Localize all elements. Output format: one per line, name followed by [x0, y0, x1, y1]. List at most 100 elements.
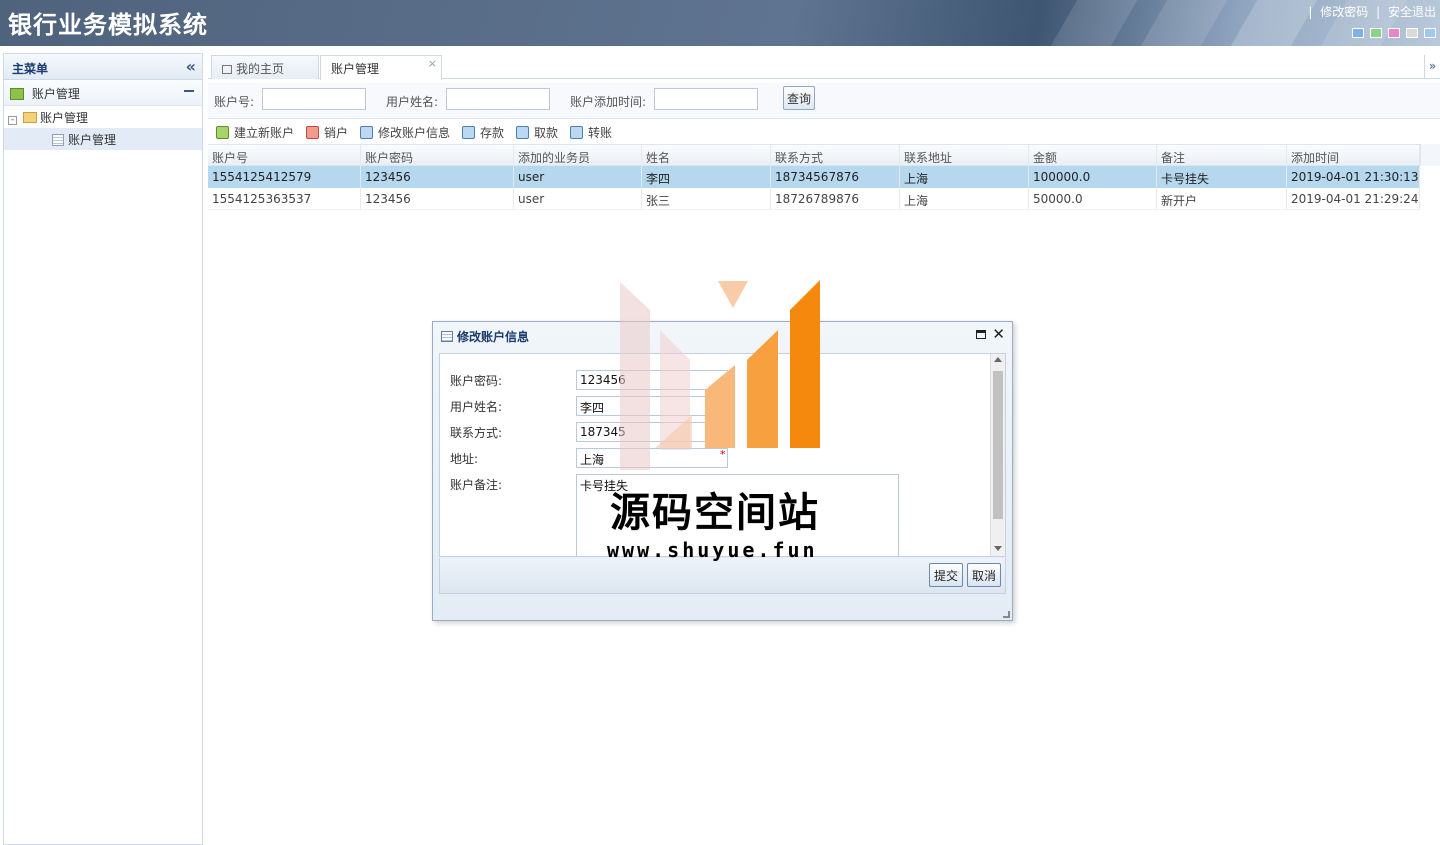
- table-row[interactable]: 1554125412579 123456 user 李四 18734567876…: [208, 166, 1420, 188]
- column-header[interactable]: 添加时间: [1287, 145, 1420, 165]
- column-header[interactable]: 账户密码: [361, 145, 514, 165]
- create-account-button[interactable]: 建立新账户: [216, 124, 294, 141]
- table-cell: 1554125412579: [208, 166, 361, 188]
- add-time-label: 账户添加时间:: [570, 95, 647, 109]
- toolbar-label: 建立新账户: [234, 126, 295, 140]
- top-link-separator: |: [1376, 5, 1381, 19]
- account-number-input[interactable]: [262, 88, 366, 110]
- theme-swatch-pink[interactable]: [1388, 28, 1400, 38]
- table-cell: 李四: [642, 166, 771, 188]
- add-icon: [216, 126, 229, 139]
- tree-toggle-icon[interactable]: -: [8, 116, 17, 125]
- table-row[interactable]: 1554125363537 123456 user 张三 18726789876…: [208, 188, 1420, 210]
- account-table: 账户号 账户密码 添加的业务员 姓名 联系方式 联系地址 金额 备注 添加时间 …: [208, 144, 1420, 210]
- close-account-button[interactable]: 销户: [306, 124, 348, 141]
- table-header: 账户号 账户密码 添加的业务员 姓名 联系方式 联系地址 金额 备注 添加时间: [208, 144, 1420, 166]
- tab-label: 我的主页: [236, 62, 285, 76]
- logout-link[interactable]: 安全退出: [1388, 5, 1436, 19]
- dialog-footer: 提交 取消: [439, 558, 1006, 594]
- toolbar-label: 修改账户信息: [378, 126, 451, 140]
- deposit-button[interactable]: 存款: [462, 124, 504, 141]
- withdraw-button[interactable]: 取款: [516, 124, 558, 141]
- window-icon: [441, 331, 453, 342]
- list-icon: [52, 134, 64, 146]
- tree-leaf-label: 账户管理: [68, 133, 117, 147]
- edit-icon: [360, 126, 373, 139]
- table-cell: 上海: [900, 166, 1029, 188]
- edit-icon: [516, 126, 529, 139]
- dialog-scrollbar[interactable]: [990, 354, 1005, 556]
- tab-label: 账户管理: [331, 62, 380, 76]
- required-mark: *: [720, 448, 726, 461]
- theme-swatch-blue[interactable]: [1352, 28, 1364, 38]
- theme-swatch-gray[interactable]: [1406, 28, 1418, 38]
- note-label: 账户备注:: [450, 478, 503, 492]
- table-cell: user: [514, 188, 642, 209]
- phone-field[interactable]: 187345: [576, 422, 728, 442]
- address-field[interactable]: 上海: [576, 448, 728, 468]
- dialog-titlebar[interactable]: 修改账户信息 ✕: [433, 322, 1012, 349]
- column-header[interactable]: 添加的业务员: [514, 145, 642, 165]
- tab-account-management[interactable]: 账户管理 ×: [320, 55, 442, 80]
- edit-icon: [570, 126, 583, 139]
- theme-swatch-lightblue[interactable]: [1424, 28, 1436, 38]
- table-cell: user: [514, 166, 642, 188]
- sidebar-group-label: 账户管理: [31, 87, 80, 101]
- maximize-icon[interactable]: [976, 330, 986, 339]
- table-cell: 张三: [642, 188, 771, 209]
- name-label: 用户姓名:: [450, 400, 503, 414]
- column-header[interactable]: 联系地址: [900, 145, 1029, 165]
- table-cell: 18726789876: [771, 188, 900, 209]
- sidebar-header: 主菜单 «: [4, 54, 202, 80]
- toolbar-label: 取款: [534, 126, 559, 140]
- search-bar: 账户号: 用户姓名: 账户添加时间: 查询: [208, 83, 1440, 119]
- tree-leaf-account-management[interactable]: 账户管理: [4, 128, 202, 150]
- query-button[interactable]: 查询: [783, 86, 815, 110]
- table-cell: 卡号挂失: [1157, 166, 1287, 188]
- user-name-input[interactable]: [446, 88, 550, 110]
- scroll-up-icon[interactable]: [994, 357, 1002, 362]
- transfer-button[interactable]: 转账: [570, 124, 612, 141]
- change-password-link[interactable]: 修改密码: [1320, 5, 1368, 19]
- theme-swatch-green[interactable]: [1370, 28, 1382, 38]
- table-cell: 50000.0: [1029, 188, 1157, 209]
- column-header[interactable]: 姓名: [642, 145, 771, 165]
- resize-handle[interactable]: [1003, 611, 1010, 618]
- submit-button[interactable]: 提交: [929, 563, 964, 587]
- toolbar: 建立新账户 销户 修改账户信息 存款 取款 转账: [208, 120, 1440, 144]
- collapse-icon[interactable]: «: [186, 57, 196, 76]
- toolbar-label: 销户: [324, 126, 349, 140]
- scroll-down-icon[interactable]: [994, 546, 1002, 551]
- sidebar-group-account[interactable]: 账户管理: [4, 80, 202, 106]
- close-icon[interactable]: ✕: [992, 325, 1005, 343]
- tree-folder[interactable]: - 账户管理: [4, 106, 202, 128]
- delete-icon: [306, 126, 319, 139]
- password-field[interactable]: 123456: [576, 370, 728, 390]
- minus-icon[interactable]: [184, 90, 194, 92]
- scroll-thumb[interactable]: [993, 371, 1003, 519]
- table-cell: 2019-04-01 21:29:24: [1287, 188, 1420, 209]
- watermark-text: 源码空间站: [610, 490, 820, 536]
- edit-icon: [462, 126, 475, 139]
- toolbar-label: 转账: [588, 126, 613, 140]
- address-label: 地址:: [450, 452, 479, 466]
- folder-icon: [23, 112, 37, 123]
- app-header: 银行业务模拟系统 | 修改密码 | 安全退出: [0, 0, 1440, 46]
- add-time-input[interactable]: [654, 88, 758, 110]
- column-header[interactable]: 金额: [1029, 145, 1157, 165]
- table-cell: 上海: [900, 188, 1029, 209]
- cancel-button[interactable]: 取消: [967, 563, 1002, 587]
- sidebar: 主菜单 « 账户管理 - 账户管理 账户管理: [3, 53, 203, 845]
- table-cell: 1554125363537: [208, 188, 361, 209]
- tree-folder-label: 账户管理: [40, 111, 89, 125]
- name-field[interactable]: 李四: [576, 396, 728, 416]
- column-header[interactable]: 备注: [1157, 145, 1287, 165]
- close-icon[interactable]: ×: [428, 57, 437, 70]
- tab-home[interactable]: 我的主页: [211, 55, 319, 79]
- table-cell: 123456: [361, 188, 514, 209]
- column-header[interactable]: 联系方式: [771, 145, 900, 165]
- table-cell: 2019-04-01 21:30:13: [1287, 166, 1420, 188]
- chevron-down-icon[interactable]: »: [1424, 55, 1440, 79]
- column-header[interactable]: 账户号: [208, 145, 361, 165]
- edit-account-button[interactable]: 修改账户信息: [360, 124, 450, 141]
